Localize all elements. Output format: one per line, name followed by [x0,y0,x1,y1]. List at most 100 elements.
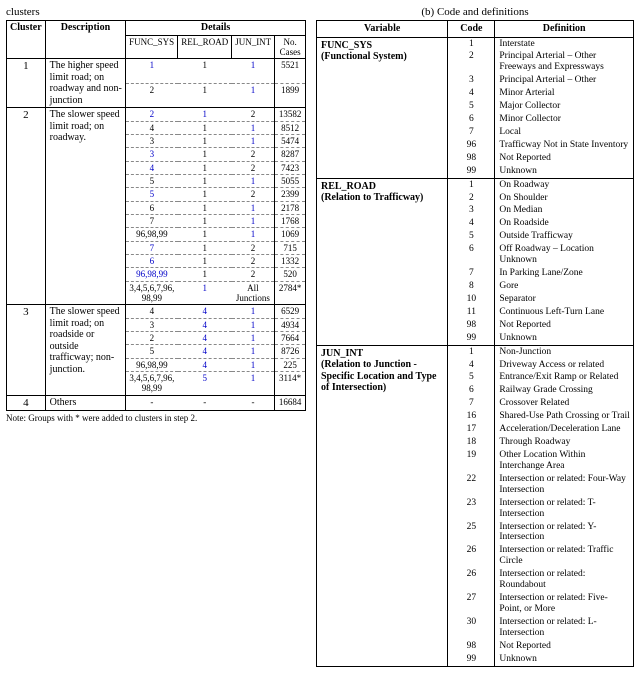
cases-cell: 8512 [275,121,306,134]
definition-cell: Not Reported [495,319,634,332]
right-caption: (b) Code and definitions [316,6,634,18]
definition-cell: Intersection or related: Four-Way Inters… [495,473,634,497]
definition-cell: Unknown [495,332,634,345]
table-cell: 1 [178,108,232,121]
table-cell: 1 [178,59,232,84]
code-cell: 2 [448,50,495,74]
cluster-id: 2 [7,108,46,305]
definition-cell: Not Reported [495,640,634,653]
code-cell: 3 [448,74,495,87]
cases-cell: 2784* [275,281,306,305]
code-cell: 10 [448,293,495,306]
cases-cell: 5521 [275,59,306,84]
table-cell: 4 [126,121,178,134]
cluster-desc: The higher speed limit road; on roadway … [45,59,125,108]
code-cell: 25 [448,521,495,545]
cases-cell: 3114* [275,372,306,396]
code-cell: 4 [448,87,495,100]
table-cell: 6 [126,201,178,214]
definition-cell: Crossover Related [495,397,634,410]
cases-cell: 520 [275,268,306,281]
hdr-rel-road: REL_ROAD [178,35,232,59]
definition-cell: Acceleration/Deceleration Lane [495,423,634,436]
code-cell: 7 [448,126,495,139]
code-cell: 5 [448,230,495,243]
definition-cell: Continuous Left-Turn Lane [495,306,634,319]
definition-cell: Unknown [495,653,634,666]
variable-name: REL_ROAD(Relation to Trafficway) [317,178,448,345]
definition-cell: Trafficway Not in State Inventory [495,139,634,152]
code-cell: 2 [448,192,495,205]
table-cell: 4 [178,345,232,358]
hdr-jun-int: JUN_INT [232,35,275,59]
table-cell: 1 [232,358,275,371]
left-caption: clusters [6,6,306,18]
table-cell: - [232,395,275,411]
code-cell: 16 [448,410,495,423]
code-cell: 1 [448,37,495,50]
definition-cell: Off Roadway – Location Unknown [495,243,634,267]
table-cell: 1 [232,318,275,331]
code-cell: 26 [448,544,495,568]
table-cell: 1 [232,201,275,214]
definition-cell: Intersection or related: Y-Intersection [495,521,634,545]
table-cell: 1 [232,372,275,396]
code-cell: 6 [448,384,495,397]
table-cell: 1 [178,201,232,214]
table-cell: 3 [126,134,178,147]
table-cell: 96,98,99 [126,228,178,241]
code-cell: 7 [448,267,495,280]
table-cell: 2 [126,332,178,345]
table-cell: 96,98,99 [126,358,178,371]
definition-cell: Intersection or related: L-Intersection [495,616,634,640]
table-cell: 1 [232,59,275,84]
table-cell: 5 [126,174,178,187]
cases-cell: 1332 [275,254,306,267]
table-cell: 2 [126,108,178,121]
table-cell: 2 [232,108,275,121]
code-cell: 26 [448,568,495,592]
table-cell: 3,4,5,6,7,96,98,99 [126,372,178,396]
table-cell: 1 [232,214,275,227]
cases-cell: 5474 [275,134,306,147]
definition-cell: Interstate [495,37,634,50]
definition-cell: On Roadway [495,178,634,191]
table-cell: 1 [178,83,232,108]
table-cell: 7 [126,214,178,227]
cases-cell: 8726 [275,345,306,358]
table-cell: 2 [126,83,178,108]
cluster-desc: The slower speed limit road; on roadway. [45,108,125,305]
definition-cell: Through Roadway [495,436,634,449]
table-cell: 1 [178,214,232,227]
table-cell: 1 [178,134,232,147]
code-cell: 99 [448,653,495,666]
hdr-variable: Variable [317,21,448,38]
definition-cell: Minor Collector [495,113,634,126]
table-cell: 2 [232,241,275,254]
table-note: Note: Groups with * were added to cluste… [6,413,306,423]
table-cell: 1 [178,161,232,174]
hdr-code: Code [448,21,495,38]
variable-name: JUN_INT(Relation to Junction - Specific … [317,345,448,666]
code-cell: 30 [448,616,495,640]
code-cell: 23 [448,497,495,521]
definition-cell: Other Location Within Interchange Area [495,449,634,473]
definition-cell: On Median [495,204,634,217]
definition-cell: Driveway Access or related [495,359,634,372]
code-cell: 3 [448,204,495,217]
cases-cell: 2178 [275,201,306,214]
cases-cell: 8287 [275,148,306,161]
code-cell: 5 [448,100,495,113]
hdr-definition: Definition [495,21,634,38]
definition-cell: Major Collector [495,100,634,113]
cases-cell: 2399 [275,188,306,201]
definition-cell: Intersection or related: Traffic Circle [495,544,634,568]
code-cell: 98 [448,319,495,332]
table-cell: 5 [126,345,178,358]
code-cell: 27 [448,592,495,616]
code-cell: 4 [448,217,495,230]
code-cell: 98 [448,152,495,165]
table-cell: 1 [232,134,275,147]
code-cell: 1 [448,345,495,358]
table-cell: 1 [232,228,275,241]
